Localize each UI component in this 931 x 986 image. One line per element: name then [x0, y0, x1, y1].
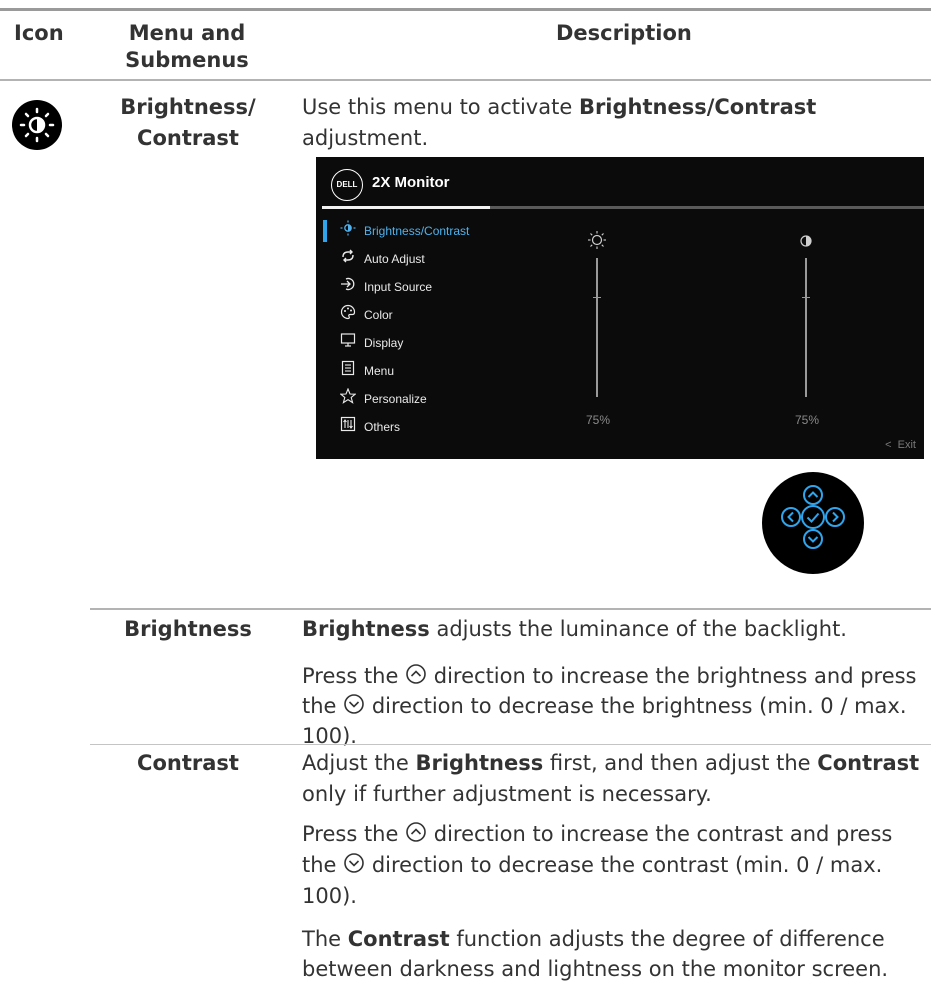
top-rule — [0, 8, 931, 11]
brightness-contrast-icon — [12, 100, 62, 150]
menu-contrast: Contrast — [137, 751, 239, 775]
header-description: Description — [556, 21, 692, 45]
brightness-slider[interactable] — [596, 258, 598, 397]
others-icon — [338, 415, 358, 441]
osd-item-menu[interactable]: Menu — [338, 358, 538, 384]
header-divider — [0, 79, 931, 81]
osd-progress-fill — [322, 206, 490, 209]
desc-brightness-p1: Brightness adjusts the luminance of the … — [302, 617, 847, 641]
row-divider-1 — [90, 608, 931, 610]
menu-icon — [338, 359, 358, 385]
osd-item-others[interactable]: Others — [338, 414, 538, 440]
osd-title: 2X Monitor — [372, 174, 450, 191]
down-arrow-icon — [343, 693, 365, 722]
header-menu-and-submenus: Menu and Submenus — [125, 21, 249, 72]
brightness-slider-sun-icon — [587, 230, 607, 250]
joystick-right-icon — [825, 507, 845, 527]
osd-item-color[interactable]: Color — [338, 302, 538, 328]
brightness-value: 75% — [586, 413, 611, 427]
chevron-left-icon: < — [885, 439, 898, 451]
row-divider-2 — [90, 744, 931, 745]
header-icon: Icon — [14, 21, 64, 45]
osd-item-personalize[interactable]: Personalize — [338, 386, 538, 412]
monitor-icon — [338, 331, 358, 357]
osd-item-auto-adjust[interactable]: Auto Adjust — [338, 246, 538, 272]
contrast-slider[interactable] — [805, 258, 807, 397]
desc-contrast-p1: Adjust the Brightness first, and then ad… — [302, 751, 920, 806]
dell-logo: DELL — [331, 169, 363, 201]
desc-brightness-p2: Press the direction to increase the brig… — [302, 663, 917, 748]
joystick-illustration — [762, 472, 864, 574]
desc-brightness-contrast: Use this menu to activate Brightness/Con… — [302, 95, 817, 150]
menu-brightness-contrast: Brightness/ Contrast — [120, 95, 256, 150]
joystick-down-icon — [803, 529, 823, 549]
brightness-slider-handle[interactable] — [593, 297, 601, 298]
contrast-value: 75% — [795, 413, 820, 427]
osd-item-input-source[interactable]: Input Source — [338, 274, 538, 300]
input-source-icon — [338, 275, 358, 301]
auto-adjust-icon — [338, 247, 358, 273]
down-arrow-icon — [343, 852, 365, 882]
osd-item-display[interactable]: Display — [338, 330, 538, 356]
up-arrow-icon — [405, 821, 427, 851]
joystick-ok-icon — [801, 505, 825, 529]
up-arrow-icon — [405, 663, 427, 692]
sun-icon — [338, 219, 358, 245]
contrast-slider-icon — [799, 234, 813, 248]
contrast-slider-handle[interactable] — [802, 297, 810, 298]
joystick-left-icon — [781, 507, 801, 527]
osd-screenshot: DELL 2X Monitor Brightness/Contrast Auto… — [316, 157, 924, 459]
desc-contrast-p3: The Contrast function adjusts the degree… — [302, 927, 889, 981]
joystick-up-icon — [803, 485, 823, 505]
star-icon — [338, 387, 358, 413]
osd-item-brightness-contrast[interactable]: Brightness/Contrast — [338, 218, 538, 244]
desc-contrast-p2: Press the direction to increase the cont… — [302, 821, 893, 908]
palette-icon — [338, 303, 358, 329]
osd-exit-button[interactable]: < Exit — [885, 438, 916, 452]
osd-selection-marker — [323, 220, 327, 242]
menu-brightness: Brightness — [124, 617, 252, 641]
